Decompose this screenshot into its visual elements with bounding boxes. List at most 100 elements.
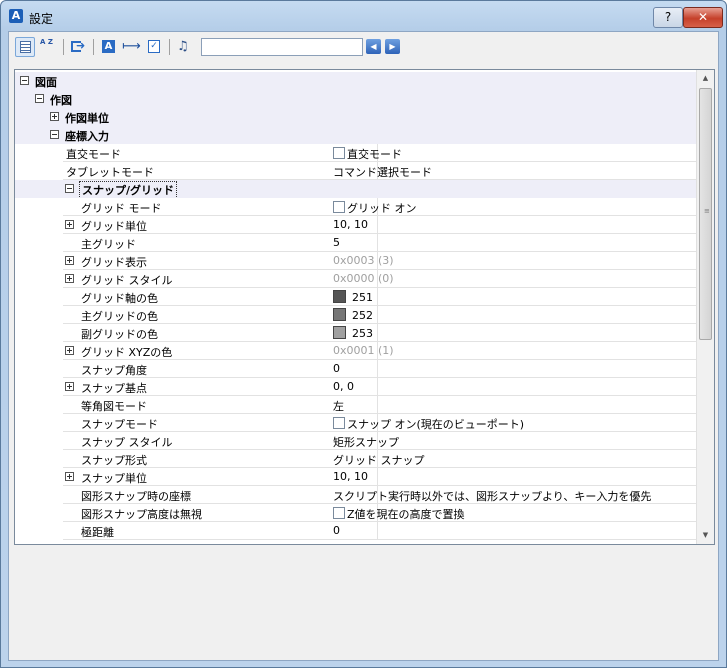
- property-name: 図形スナップ高度は無視: [81, 508, 202, 521]
- category-drafting[interactable]: 作図: [15, 90, 697, 108]
- property-row[interactable]: グリッド モード グリッド オン: [15, 198, 697, 216]
- column-divider: [377, 306, 378, 324]
- property-row[interactable]: タブレットモード コマンド選択モード: [15, 162, 697, 180]
- property-value[interactable]: 矩形スナップ: [333, 434, 399, 450]
- title-bar: A 設定 ? ✕: [1, 1, 726, 31]
- property-value[interactable]: 左: [333, 398, 344, 414]
- property-row[interactable]: グリッド単位 10, 10: [15, 216, 697, 234]
- property-row[interactable]: 図形スナップ時の座標 スクリプト実行時以外では、図形スナップより、キー入力を優先: [15, 486, 697, 504]
- property-row[interactable]: スナップ形式 グリッド スナップ: [15, 450, 697, 468]
- search-input[interactable]: [201, 38, 363, 56]
- category-label: 図面: [35, 76, 57, 89]
- find-previous-button[interactable]: ◀: [366, 39, 381, 54]
- property-name: グリッド軸の色: [81, 292, 158, 305]
- property-row[interactable]: スナップ単位 10, 10: [15, 468, 697, 486]
- property-value[interactable]: スクリプト実行時以外では、図形スナップより、キー入力を優先: [333, 488, 651, 504]
- property-value[interactable]: スナップ オン(現在のビューポート): [333, 416, 524, 432]
- property-row[interactable]: スナップモード スナップ オン(現在のビューポート): [15, 414, 697, 432]
- property-row[interactable]: 主グリッド 5: [15, 234, 697, 252]
- property-row[interactable]: グリッド表示 0x0003 (3): [15, 252, 697, 270]
- property-row[interactable]: スナップ基点 0, 0: [15, 378, 697, 396]
- property-row[interactable]: スナップ スタイル 矩形スナップ: [15, 432, 697, 450]
- property-value-text: 0x0000 (0): [333, 272, 394, 285]
- property-value[interactable]: Z値を現在の高度で置換: [333, 506, 465, 522]
- property-row[interactable]: 極距離 0: [15, 522, 697, 540]
- property-value[interactable]: 252: [333, 308, 373, 322]
- scroll-up-icon[interactable]: ▲: [697, 70, 714, 87]
- property-value[interactable]: 5: [333, 236, 340, 249]
- category-label: スナップ/グリッド: [79, 181, 178, 199]
- export-button[interactable]: [68, 37, 88, 57]
- property-value[interactable]: 0: [333, 362, 340, 375]
- property-value-text: 253: [352, 327, 373, 340]
- property-row[interactable]: 直交モード 直交モード: [15, 144, 697, 162]
- scroll-thumb[interactable]: ≡: [699, 88, 712, 340]
- checkbox[interactable]: [333, 147, 345, 159]
- expand-icon[interactable]: [65, 472, 74, 481]
- category-coordinate-input[interactable]: 座標入力: [15, 126, 697, 144]
- vertical-scrollbar[interactable]: ▲ ≡ ▼: [696, 70, 714, 544]
- category-drawing[interactable]: 図面: [15, 72, 697, 90]
- collapse-icon[interactable]: [65, 184, 74, 193]
- property-value[interactable]: 0x0001 (1): [333, 344, 394, 357]
- property-value[interactable]: 0x0003 (3): [333, 254, 394, 267]
- property-row[interactable]: グリッド XYZの色 0x0001 (1): [15, 342, 697, 360]
- property-value[interactable]: 253: [333, 326, 373, 340]
- property-row[interactable]: 副グリッドの色 253: [15, 324, 697, 342]
- property-row[interactable]: グリッド軸の色 251: [15, 288, 697, 306]
- property-row[interactable]: スナップ角度 0: [15, 360, 697, 378]
- app-icon: A: [9, 9, 23, 23]
- property-value-text: スナップ オン(現在のビューポート): [347, 418, 525, 431]
- checkbox[interactable]: [333, 417, 345, 429]
- property-value[interactable]: コマンド選択モード: [333, 164, 432, 180]
- property-value[interactable]: 0x0000 (0): [333, 272, 394, 285]
- property-value[interactable]: 0, 0: [333, 380, 354, 393]
- find-button[interactable]: ♫: [175, 37, 195, 57]
- alphabetical-view-button[interactable]: A Z: [38, 37, 58, 57]
- checklist-button[interactable]: ✓: [144, 37, 164, 57]
- dimension-settings-button[interactable]: ⟼: [121, 37, 141, 57]
- expand-icon[interactable]: [65, 274, 74, 283]
- property-value[interactable]: グリッド オン: [333, 200, 417, 216]
- settings-window: A 設定 ? ✕ A Z A ⟼ ✓: [0, 0, 727, 668]
- property-name: グリッド表示: [81, 256, 147, 269]
- scroll-down-icon[interactable]: ▼: [697, 527, 714, 544]
- category-drawing-units[interactable]: 作図単位: [15, 108, 697, 126]
- property-value[interactable]: 10, 10: [333, 470, 368, 483]
- app-logo-icon: A: [102, 40, 115, 53]
- property-value[interactable]: 251: [333, 290, 373, 304]
- find-next-button[interactable]: ▶: [385, 39, 400, 54]
- category-snap-grid[interactable]: スナップ/グリッド: [15, 180, 697, 199]
- collapse-icon[interactable]: [50, 130, 59, 139]
- property-name: スナップモード: [81, 418, 158, 431]
- expand-icon[interactable]: [50, 112, 59, 121]
- expand-icon[interactable]: [65, 382, 74, 391]
- property-name: 主グリッド: [81, 238, 136, 251]
- property-value[interactable]: 0: [333, 524, 340, 537]
- property-cell: [63, 216, 697, 234]
- expand-icon[interactable]: [65, 346, 74, 355]
- property-row[interactable]: 等角図モード 左: [15, 396, 697, 414]
- property-row[interactable]: 図形スナップ高度は無視 Z値を現在の高度で置換: [15, 504, 697, 522]
- property-value[interactable]: グリッド スナップ: [333, 452, 425, 468]
- collapse-icon[interactable]: [20, 76, 29, 85]
- checkbox[interactable]: [333, 507, 345, 519]
- expand-icon[interactable]: [65, 256, 74, 265]
- property-value[interactable]: 10, 10: [333, 218, 368, 231]
- dimension-icon: ⟼: [122, 39, 141, 54]
- help-button[interactable]: ?: [653, 7, 683, 28]
- property-cell: [63, 288, 697, 306]
- property-value[interactable]: 直交モード: [333, 146, 402, 162]
- color-swatch: [333, 308, 346, 321]
- drawing-settings-button[interactable]: A: [98, 37, 118, 57]
- categorized-view-button[interactable]: [15, 37, 35, 57]
- column-divider: [377, 216, 378, 234]
- property-row[interactable]: 主グリッドの色 252: [15, 306, 697, 324]
- collapse-icon[interactable]: [35, 94, 44, 103]
- column-divider: [377, 288, 378, 306]
- property-name: 副グリッドの色: [81, 328, 158, 341]
- checkbox[interactable]: [333, 201, 345, 213]
- property-row[interactable]: グリッド スタイル 0x0000 (0): [15, 270, 697, 288]
- close-button[interactable]: ✕: [683, 7, 723, 28]
- expand-icon[interactable]: [65, 220, 74, 229]
